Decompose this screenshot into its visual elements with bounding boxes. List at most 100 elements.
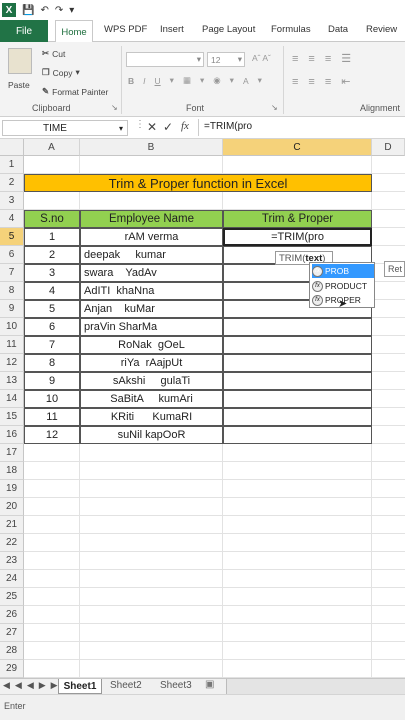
- tab-wps-pdf[interactable]: WPS PDF: [104, 24, 147, 35]
- row-header-19[interactable]: 19: [0, 480, 24, 498]
- autocomplete-item-prob[interactable]: fx PROB: [312, 264, 374, 278]
- copy-button[interactable]: ❐ Copy ▾: [42, 67, 80, 78]
- row-header-3[interactable]: 3: [0, 192, 24, 210]
- cancel-icon[interactable]: ✕: [147, 120, 157, 134]
- header-trim-proper[interactable]: Trim & Proper: [223, 210, 372, 228]
- employee-name-cell[interactable]: AdITI khaNna: [80, 282, 223, 300]
- sno-cell[interactable]: 10: [24, 390, 80, 408]
- sno-cell[interactable]: 1: [24, 228, 80, 246]
- undo-icon[interactable]: ↶: [40, 5, 48, 16]
- trim-proper-cell[interactable]: [223, 372, 372, 390]
- sheet-tab-1[interactable]: Sheet1: [58, 679, 102, 694]
- row-header-17[interactable]: 17: [0, 444, 24, 462]
- sno-cell[interactable]: 12: [24, 426, 80, 444]
- sno-cell[interactable]: 2: [24, 246, 80, 264]
- row-header-12[interactable]: 12: [0, 354, 24, 372]
- customize-qat-icon[interactable]: ▾: [69, 5, 74, 16]
- row-header-11[interactable]: 11: [0, 336, 24, 354]
- row-header-10[interactable]: 10: [0, 318, 24, 336]
- function-autocomplete-list[interactable]: fx PROB fx PRODUCT fx PROPER ➤: [309, 262, 375, 310]
- employee-name-cell[interactable]: KRiti KumaRI: [80, 408, 223, 426]
- row-header-24[interactable]: 24: [0, 570, 24, 588]
- row-header-6[interactable]: 6: [0, 246, 24, 264]
- employee-name-cell[interactable]: rAM verma: [80, 228, 223, 246]
- row-header-28[interactable]: 28: [0, 642, 24, 660]
- employee-name-cell[interactable]: RoNak gOeL: [80, 336, 223, 354]
- trim-proper-cell[interactable]: [223, 354, 372, 372]
- select-all-corner[interactable]: [0, 139, 24, 156]
- employee-name-cell[interactable]: swara YadAv: [80, 264, 223, 282]
- sno-cell[interactable]: 7: [24, 336, 80, 354]
- font-color-icon[interactable]: A: [243, 76, 249, 86]
- employee-name-cell[interactable]: suNil kapOoR: [80, 426, 223, 444]
- row-header-14[interactable]: 14: [0, 390, 24, 408]
- row-header-16[interactable]: 16: [0, 426, 24, 444]
- formula-input[interactable]: =TRIM(pro: [204, 121, 252, 132]
- trim-proper-cell[interactable]: [223, 390, 372, 408]
- row-header-5[interactable]: 5: [0, 228, 24, 246]
- column-header-c[interactable]: C: [223, 139, 372, 156]
- row-header-1[interactable]: 1: [0, 156, 24, 174]
- tab-data[interactable]: Data: [328, 24, 348, 35]
- active-editing-cell[interactable]: =TRIM(pro: [223, 228, 372, 246]
- row-header-23[interactable]: 23: [0, 552, 24, 570]
- employee-name-cell[interactable]: Anjan kuMar: [80, 300, 223, 318]
- trim-proper-cell[interactable]: [223, 318, 372, 336]
- clipboard-launcher-icon[interactable]: ↘: [111, 103, 118, 112]
- bold-icon[interactable]: B: [128, 76, 134, 86]
- cut-button[interactable]: ✂ Cut: [42, 48, 65, 59]
- font-name-box[interactable]: ▾: [126, 52, 204, 67]
- row-header-13[interactable]: 13: [0, 372, 24, 390]
- row-header-7[interactable]: 7: [0, 264, 24, 282]
- employee-name-cell[interactable]: praVin SharMa: [80, 318, 223, 336]
- trim-proper-cell[interactable]: [223, 426, 372, 444]
- employee-name-cell[interactable]: riYa rAajpUt: [80, 354, 223, 372]
- row-header-26[interactable]: 26: [0, 606, 24, 624]
- insert-sheet-icon[interactable]: ▣: [205, 679, 214, 690]
- font-size-box[interactable]: 12 ▾: [207, 52, 245, 67]
- employee-name-cell[interactable]: deepak kumar: [80, 246, 223, 264]
- row-header-22[interactable]: 22: [0, 534, 24, 552]
- redo-icon[interactable]: ↷: [55, 5, 63, 16]
- row-header-9[interactable]: 9: [0, 300, 24, 318]
- underline-icon[interactable]: U: [155, 76, 161, 86]
- row-header-20[interactable]: 20: [0, 498, 24, 516]
- header-employee-name[interactable]: Employee Name: [80, 210, 223, 228]
- employee-name-cell[interactable]: sAkshi gulaTi: [80, 372, 223, 390]
- employee-name-cell[interactable]: SaBitA kumAri: [80, 390, 223, 408]
- tab-review[interactable]: Review: [366, 24, 397, 35]
- italic-icon[interactable]: I: [143, 76, 145, 86]
- align-top-buttons[interactable]: ≡ ≡ ≡ ☰: [292, 52, 351, 66]
- row-header-8[interactable]: 8: [0, 282, 24, 300]
- tab-formulas[interactable]: Formulas: [271, 24, 311, 35]
- grow-font-icon[interactable]: Aˆ Aˇ: [252, 53, 271, 63]
- trim-proper-cell[interactable]: [223, 408, 372, 426]
- row-header-2[interactable]: 2: [0, 174, 24, 192]
- sno-cell[interactable]: 6: [24, 318, 80, 336]
- font-style-buttons[interactable]: B I U ▾ ▦ ▾ ◉ ▾ A ▾: [128, 75, 262, 86]
- sno-cell[interactable]: 5: [24, 300, 80, 318]
- fill-color-icon[interactable]: ◉: [213, 75, 220, 86]
- trim-proper-cell[interactable]: [223, 336, 372, 354]
- row-header-15[interactable]: 15: [0, 408, 24, 426]
- sno-cell[interactable]: 9: [24, 372, 80, 390]
- sno-cell[interactable]: 4: [24, 282, 80, 300]
- paste-button[interactable]: Paste: [8, 80, 30, 90]
- row-header-21[interactable]: 21: [0, 516, 24, 534]
- sno-cell[interactable]: 8: [24, 354, 80, 372]
- save-icon[interactable]: 💾: [22, 5, 34, 16]
- row-header-27[interactable]: 27: [0, 624, 24, 642]
- enter-icon[interactable]: ✓: [163, 120, 173, 134]
- autocomplete-item-product[interactable]: fx PRODUCT: [312, 279, 374, 293]
- header-sno[interactable]: S.no: [24, 210, 80, 228]
- paste-icon[interactable]: [8, 48, 32, 74]
- borders-icon[interactable]: ▦: [183, 75, 191, 86]
- row-header-18[interactable]: 18: [0, 462, 24, 480]
- name-box[interactable]: TIME ▾: [2, 120, 128, 136]
- title-cell[interactable]: Trim & Proper function in Excel: [24, 174, 372, 192]
- column-header-d[interactable]: D: [372, 139, 405, 156]
- insert-function-icon[interactable]: fx: [181, 120, 189, 132]
- row-header-4[interactable]: 4: [0, 210, 24, 228]
- row-header-25[interactable]: 25: [0, 588, 24, 606]
- tab-page-layout[interactable]: Page Layout: [202, 24, 255, 35]
